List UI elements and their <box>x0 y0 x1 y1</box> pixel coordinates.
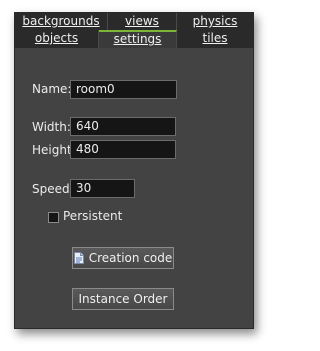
instance-order-label: Instance Order <box>78 292 168 306</box>
tab-row-2: objects settings tiles <box>15 30 253 48</box>
width-field[interactable]: 640 <box>70 117 176 136</box>
persistent-checkbox[interactable] <box>48 212 59 223</box>
tab-views[interactable]: views <box>108 13 177 30</box>
creation-code-button[interactable]: Creation code <box>72 247 174 269</box>
name-field[interactable]: room0 <box>70 80 177 99</box>
document-icon <box>73 251 84 264</box>
speed-label: Speed: <box>32 182 74 196</box>
creation-code-label: Creation code <box>88 251 173 265</box>
tab-tiles[interactable]: tiles <box>177 30 253 48</box>
width-label: Width: <box>32 120 71 134</box>
persistent-label[interactable]: Persistent <box>63 209 122 223</box>
tab-objects[interactable]: objects <box>15 30 99 48</box>
room-settings-panel: backgrounds views physics objects settin… <box>14 12 254 329</box>
speed-field[interactable]: 30 <box>70 179 135 198</box>
instance-order-button[interactable]: Instance Order <box>72 288 174 310</box>
height-field[interactable]: 480 <box>70 140 176 159</box>
settings-tab-content: Name: room0 Width: 640 Height: 480 Speed… <box>15 48 253 328</box>
tab-backgrounds[interactable]: backgrounds <box>15 13 108 30</box>
tab-settings[interactable]: settings <box>99 30 177 48</box>
tab-physics[interactable]: physics <box>177 13 253 30</box>
name-label: Name: <box>32 82 72 96</box>
tab-row-1: backgrounds views physics <box>15 13 253 30</box>
